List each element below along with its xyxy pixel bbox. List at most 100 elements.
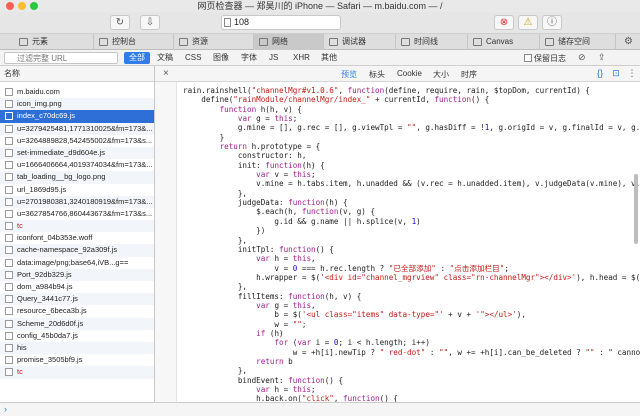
file-name: promise_3505bf9.js (17, 355, 83, 365)
detail-tab-size[interactable]: 大小 (433, 69, 449, 80)
tab-timeline[interactable]: 时间线 (396, 34, 468, 50)
list-item[interactable]: u=3264889828,542455002&fm=173&s... (0, 135, 154, 147)
file-name: u=3627854766,860443673&fm=173&s... (17, 208, 153, 218)
list-item[interactable]: tab_loading__bg_logo.png (0, 171, 154, 184)
resource-list: m.baidu.com icon_img.png index_c70dc69.js u… (0, 86, 154, 379)
file-name: u=2701980381,3240180919&fm=173&... (17, 196, 153, 206)
tab-storage[interactable]: 储存空间 (540, 34, 616, 50)
file-icon (5, 148, 13, 157)
list-item[interactable]: config_45b0da7.js (0, 330, 154, 342)
list-item[interactable]: tc (0, 366, 154, 379)
code-line: h.back.on("click", function() { (183, 394, 398, 402)
code-line: b = $('<ul class="items" data-type="' + … (183, 310, 526, 320)
tab-resources[interactable]: 资源 (174, 34, 254, 50)
console-input-bar[interactable]: › (0, 402, 640, 416)
list-item[interactable]: Port_92db329.js (0, 268, 154, 281)
detail-tab-cookie[interactable]: Cookie (397, 69, 422, 78)
file-icon (5, 295, 13, 304)
list-item[interactable]: Query_3441c77.js (0, 293, 154, 306)
file-name: his (17, 342, 27, 352)
reload-icon: ↻ (115, 17, 125, 28)
tab-label: Canvas (486, 37, 514, 46)
canvas-icon (473, 38, 482, 46)
filter-documents[interactable]: 文稿 (152, 52, 178, 64)
document-icon (224, 18, 231, 27)
list-item[interactable]: his (0, 341, 154, 355)
tab-label: 资源 (192, 37, 208, 46)
tab-label: 控制台 (112, 37, 136, 46)
detail-tab-headers[interactable]: 标头 (369, 69, 385, 80)
close-window-button[interactable] (6, 2, 14, 10)
warning-indicator[interactable]: ⚠ (518, 15, 538, 30)
preserve-log-toggle[interactable]: 保留日志 (524, 53, 566, 64)
list-item[interactable]: dom_a984b94.js (0, 281, 154, 293)
page-count: 108 (234, 17, 250, 27)
code-line: function h(h, v) { (219, 104, 302, 114)
storage-icon (545, 38, 554, 46)
filter-xhr[interactable]: XHR (288, 52, 315, 64)
detail-tab-preview[interactable]: 预览 (341, 69, 357, 80)
zoom-window-button[interactable] (30, 2, 38, 10)
list-item[interactable]: tc (0, 220, 154, 233)
reveal-icon[interactable]: ⊡ (611, 68, 621, 79)
list-item[interactable]: Scheme_20d6d0f.js (0, 317, 154, 330)
filter-css[interactable]: CSS (180, 52, 206, 64)
list-item[interactable]: u=2701980381,3240180919&fm=173&... (0, 195, 154, 208)
tab-console[interactable]: 控制台 (94, 34, 174, 50)
list-item[interactable]: set-immediate_d9d604e.js (0, 146, 154, 160)
close-detail-icon[interactable]: × (163, 68, 169, 79)
vertical-scrollbar[interactable] (634, 174, 638, 244)
code-preview[interactable]: rain.rainshell("channelMgr#v1.0.6", func… (155, 82, 640, 402)
list-item[interactable]: resource_6beca3b.js (0, 305, 154, 317)
minimize-window-button[interactable] (18, 2, 26, 10)
code-line: fillItems: function(h, v) { (183, 291, 362, 301)
name-column-header[interactable]: 名称 (0, 66, 154, 82)
error-indicator[interactable]: ⊗ (494, 15, 514, 30)
code-line: var g = this, (256, 300, 316, 310)
file-icon (5, 185, 13, 194)
pretty-print-icon[interactable]: {} (595, 68, 605, 79)
list-item[interactable]: cache-namespace_92a309f.js (0, 244, 154, 257)
tab-elements[interactable]: 元素 (14, 34, 94, 50)
tab-debugger[interactable]: 调试器 (324, 34, 396, 50)
list-item[interactable]: url_1869d95.js (0, 184, 154, 196)
url-filter-input[interactable] (4, 52, 118, 64)
file-icon (5, 331, 13, 340)
list-item[interactable]: index_c70dc69.js (0, 110, 154, 123)
list-item[interactable]: iconfont_04b353e.woff (0, 232, 154, 244)
export-icon[interactable]: ⇪ (598, 52, 606, 63)
list-item[interactable]: m.baidu.com (0, 86, 154, 98)
tab-canvas[interactable]: Canvas (468, 34, 540, 50)
file-name: Port_92db329.js (17, 269, 72, 279)
tab-label: 网络 (272, 37, 288, 46)
preserve-log-checkbox[interactable] (524, 54, 532, 62)
list-item[interactable]: data:image/png;base64,iVB...g== (0, 257, 154, 269)
tab-label: 元素 (32, 37, 48, 46)
detail-tab-timing[interactable]: 时序 (461, 69, 477, 80)
log-indicator[interactable]: ⓘ (542, 15, 562, 30)
tab-label: 时间线 (414, 37, 438, 46)
file-name: url_1869d95.js (17, 184, 67, 194)
download-button[interactable]: ⇩ (140, 15, 160, 30)
reload-button[interactable]: ↻ (110, 15, 130, 30)
filter-fonts[interactable]: 字体 (236, 52, 262, 64)
settings-icon[interactable]: ⚙ (624, 36, 633, 47)
filter-other[interactable]: 其他 (316, 52, 342, 64)
window-title: 网页检查器 — 郑昊川的 iPhone — Safari — m.baidu.c… (197, 1, 443, 11)
list-item[interactable]: icon_img.png (0, 98, 154, 111)
list-item[interactable]: u=1666406664,4019374034&fm=173&... (0, 159, 154, 171)
filter-images[interactable]: 图像 (208, 52, 234, 64)
list-item[interactable]: u=3627854766,860443673&fm=173&s... (0, 208, 154, 220)
filter-all[interactable]: 全部 (124, 52, 150, 64)
file-name: tc (17, 221, 23, 231)
clear-icon[interactable]: ⊘ (578, 52, 586, 63)
list-item[interactable]: u=3279425481,1771310025&fm=173&... (0, 122, 154, 135)
source-map-icon[interactable]: ⋮ (627, 68, 637, 79)
filter-js[interactable]: JS (264, 52, 283, 64)
detail-header: × 预览 标头 Cookie 大小 时序 {} ⊡ ⋮ (155, 66, 640, 82)
list-item[interactable]: promise_3505bf9.js (0, 354, 154, 366)
file-name: u=1666406664,4019374034&fm=173&... (17, 160, 153, 170)
file-name: dom_a984b94.js (17, 282, 73, 291)
page-selector[interactable]: 108 (221, 15, 341, 30)
tab-network[interactable]: 网络 (254, 34, 324, 50)
